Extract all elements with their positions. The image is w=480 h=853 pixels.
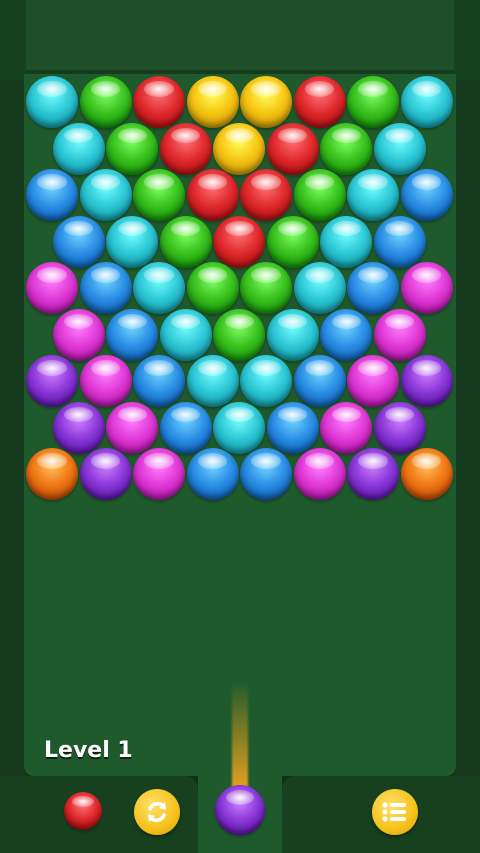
bubble-cyan <box>186 355 239 407</box>
level-label: Level 1 <box>44 738 133 763</box>
bubble-blue <box>186 448 239 500</box>
menu-button[interactable] <box>372 789 418 835</box>
bubble-green <box>293 169 346 221</box>
bubble-green <box>320 122 373 175</box>
bubble-magenta <box>400 262 453 314</box>
bubble-yellow <box>213 122 266 175</box>
bubble-red <box>213 215 266 268</box>
bubble-magenta <box>133 448 185 500</box>
next-bubble[interactable] <box>64 792 102 830</box>
bubble-cyan <box>26 76 78 128</box>
bubble-green <box>266 215 319 268</box>
bubble-green <box>213 308 266 361</box>
game-screen: Level 1 <box>0 0 480 853</box>
bubble-red <box>293 76 346 128</box>
bubble-magenta <box>26 262 78 314</box>
bubble-magenta <box>293 448 346 500</box>
bubble-purple <box>26 355 78 407</box>
bubble-green <box>159 215 212 268</box>
bubble-cyan <box>373 122 426 175</box>
aim-beam <box>232 680 248 790</box>
bubble-cyan <box>213 401 266 454</box>
bubble-blue <box>293 355 346 407</box>
bubble-blue <box>373 215 426 268</box>
bubble-blue <box>133 355 185 407</box>
bubble-cyan <box>159 308 212 361</box>
bubble-green <box>186 262 239 314</box>
left-border <box>0 0 24 853</box>
bubble-blue <box>79 262 132 314</box>
bubble-cyan <box>347 169 399 221</box>
bubble-orange <box>26 448 78 500</box>
bubble-red <box>133 76 185 128</box>
bubble-green <box>133 169 185 221</box>
bubble-purple <box>373 401 426 454</box>
bubble-magenta <box>347 355 399 407</box>
bubble-blue <box>240 448 292 500</box>
top-panel <box>26 0 454 74</box>
bubble-blue <box>26 169 78 221</box>
bubble-cyan <box>320 215 373 268</box>
bubble-blue <box>106 308 159 361</box>
bubble-magenta <box>373 308 426 361</box>
bubble-purple <box>347 448 399 500</box>
right-border <box>456 0 480 853</box>
refresh-icon <box>142 797 172 827</box>
bubble-cyan <box>266 308 319 361</box>
bubble-cyan <box>400 76 453 128</box>
bubble-red <box>266 122 319 175</box>
bubble-magenta <box>320 401 373 454</box>
bubble-green <box>240 262 292 314</box>
bubble-purple <box>79 448 132 500</box>
bubble-cyan <box>133 262 185 314</box>
bubble-blue <box>266 401 319 454</box>
bubble-blue <box>347 262 399 314</box>
bubble-cyan <box>79 169 132 221</box>
bubble-red <box>186 169 239 221</box>
bubble-red <box>159 122 212 175</box>
bubble-magenta <box>106 401 159 454</box>
bubble-red <box>240 169 292 221</box>
bubble-blue <box>320 308 373 361</box>
bubble-green <box>347 76 399 128</box>
bubble-purple <box>52 401 105 454</box>
bubble-yellow <box>186 76 239 128</box>
bubble-orange <box>400 448 453 500</box>
bubble-cyan <box>52 122 105 175</box>
bubble-green <box>79 76 132 128</box>
bubble-blue <box>400 169 453 221</box>
swap-button[interactable] <box>134 789 180 835</box>
bubble-purple <box>400 355 453 407</box>
bubble-magenta <box>52 308 105 361</box>
bubble-magenta <box>79 355 132 407</box>
shooter-bubble[interactable] <box>215 785 265 835</box>
bubble-green <box>106 122 159 175</box>
bubble-blue <box>52 215 105 268</box>
list-menu-icon <box>381 800 409 824</box>
bubble-blue <box>159 401 212 454</box>
bubble-cyan <box>240 355 292 407</box>
bubble-cyan <box>293 262 346 314</box>
bubble-yellow <box>240 76 292 128</box>
top-frame <box>0 0 480 80</box>
bubble-cyan <box>106 215 159 268</box>
